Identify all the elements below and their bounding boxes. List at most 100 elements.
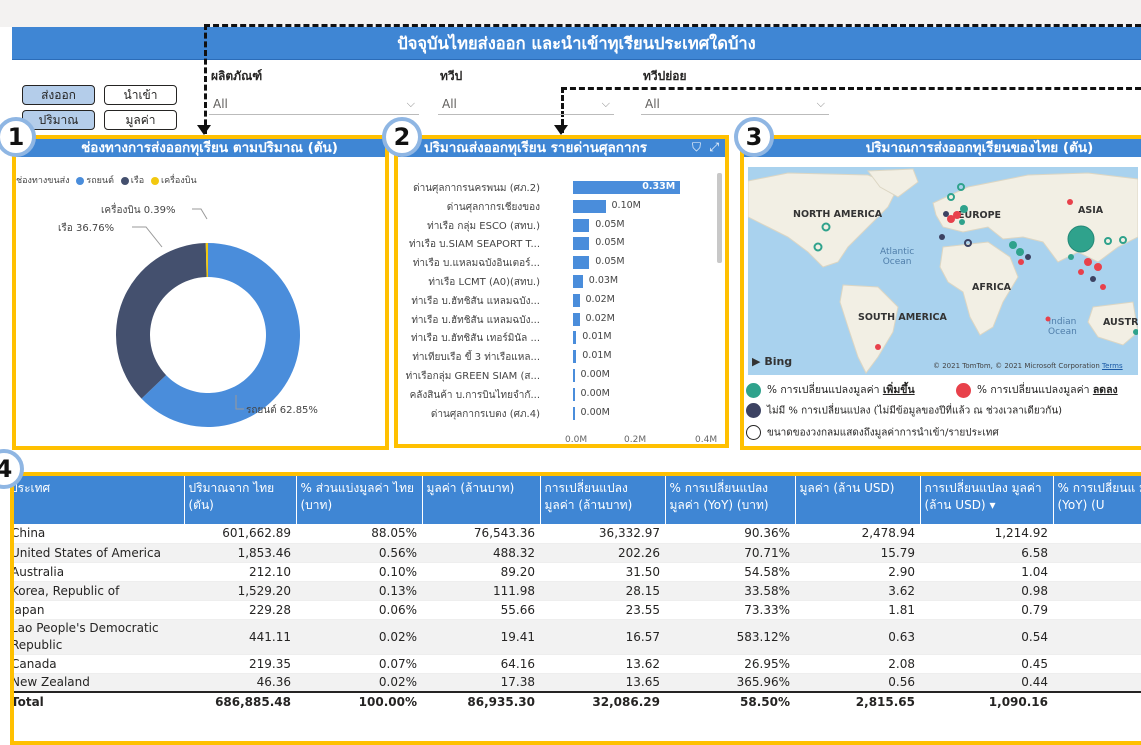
bar-row[interactable]: ท่าเรือ กลุ่ม ESCO (สทบ.) 0.05M xyxy=(398,217,721,233)
filter-continent-dropdown[interactable]: All ⌵ xyxy=(438,93,614,115)
table-row[interactable]: Japan 229.28 0.06% 55.66 23.55 73.33% 1.81 0.79… xyxy=(14,600,1141,620)
bar[interactable] xyxy=(573,256,590,270)
table-row[interactable]: New Zealand 46.36 0.02% 17.38 13.65 365.96% 0.… xyxy=(14,673,1141,693)
value-cell: 111.98 xyxy=(422,581,540,601)
map-bubbles xyxy=(813,183,1138,350)
bar[interactable] xyxy=(573,275,583,288)
bar[interactable] xyxy=(573,218,590,232)
bar-value-label: 0.02M xyxy=(585,312,615,324)
export-button[interactable]: ส่งออก xyxy=(22,85,95,105)
table-header: ประเทศ ปริมาณจาก ไทย (ตัน)% ส่วนแบ่งมูลค่… xyxy=(14,476,1141,524)
chevron-down-icon: ⌵ xyxy=(601,97,610,110)
table-row[interactable]: United States of America 1,853.46 0.56% 488… xyxy=(14,543,1141,563)
bar-row[interactable]: ด่านศุลกากรเชียงของ 0.10M xyxy=(398,198,721,214)
value-cell: 0.98 xyxy=(920,581,1053,601)
map-bubble xyxy=(1016,248,1024,256)
value-cell: 1.81 xyxy=(795,600,920,620)
bar[interactable] xyxy=(573,293,580,307)
sort-desc-icon[interactable]: ▾ xyxy=(986,498,995,512)
map-bubble xyxy=(1068,254,1074,260)
table-row[interactable]: Lao People's Democratic Republic 441.11 0.… xyxy=(14,619,1141,655)
value-cell: 219.35 xyxy=(184,654,296,674)
legend-item-truck: รถยนต์ xyxy=(86,176,114,186)
bar-row[interactable]: คลังสินค้า บ.การบินไทยจำกั... 0.00M xyxy=(398,386,721,402)
bar[interactable] xyxy=(573,199,606,213)
table-row[interactable]: Canada 219.35 0.07% 64.16 13.62 26.95% 2.08 0.4… xyxy=(14,654,1141,674)
bar-row[interactable]: ด่านศุลกากรเบตง (ศภ.4) 0.00M xyxy=(398,405,721,421)
bar[interactable] xyxy=(573,369,575,382)
map-bubble xyxy=(1067,199,1073,205)
value-cell: 0.02% xyxy=(296,619,422,655)
expand-icon[interactable]: ⤢ xyxy=(709,140,719,155)
country-cell: Lao People's Democratic Republic xyxy=(14,619,184,655)
value-cell: 2 xyxy=(1053,654,1141,674)
map-bubble xyxy=(1084,258,1092,266)
value-cell: 583.12% xyxy=(665,619,795,655)
table-row[interactable]: China 601,662.89 88.05% 76,543.36 36,332.97 9… xyxy=(14,524,1141,544)
bar[interactable] xyxy=(573,312,580,326)
column-header[interactable]: มูลค่า (ล้าน USD) xyxy=(794,476,920,524)
world-map[interactable]: NORTH AMERICA EUROPE ASIA AFRICA SOUTH A… xyxy=(748,167,1138,375)
bar-row[interactable]: ท่าเรือ บ.ฮัทชิสัน แหลมฉบัง... 0.02M xyxy=(398,292,721,308)
column-header[interactable]: % ส่วนแบ่งมูลค่า ไทย (บาท) xyxy=(295,476,422,524)
value-cell: 3.62 xyxy=(795,581,920,601)
value-cell: 76,543.36 xyxy=(422,524,540,544)
column-header[interactable]: การเปลี่ยนแปลง มูลค่า (ล้านบาท) xyxy=(539,476,665,524)
column-header[interactable]: ประเทศ xyxy=(14,476,184,524)
filter-product-dropdown[interactable]: All ⌵ xyxy=(209,93,419,115)
bar-row[interactable]: ท่าเรือ บ.ฮัทชิสัน เทอร์มินัล ... 0.01M xyxy=(398,329,721,345)
bar-category-label: คลังสินค้า บ.การบินไทยจำกั... xyxy=(409,389,540,401)
none-color xyxy=(746,403,761,418)
column-header[interactable]: ปริมาณจาก ไทย (ตัน) xyxy=(183,476,296,524)
bar-row[interactable]: ท่าเรือ บ.แหลมฉบังอินเตอร์... 0.05M xyxy=(398,254,721,270)
value-cell: 54.58% xyxy=(665,562,795,582)
table-body: China 601,662.89 88.05% 76,543.36 36,332.97 9… xyxy=(14,524,1141,693)
donut-slice-ship[interactable] xyxy=(116,243,207,399)
value-cell: 2,478.94 xyxy=(795,524,920,544)
value-cell: 0.56% xyxy=(296,543,422,563)
country-cell: Canada xyxy=(14,654,184,674)
value-cell: 73.33% xyxy=(665,600,795,620)
bar-value-label: 0.05M xyxy=(595,237,625,249)
bar[interactable] xyxy=(573,387,575,401)
size-circle xyxy=(746,425,761,440)
scrollbar-thumb[interactable] xyxy=(717,173,722,263)
map-bubble xyxy=(1119,236,1127,244)
bar[interactable] xyxy=(573,331,577,345)
table-row[interactable]: Korea, Republic of 1,529.20 0.13% 111.98 28.… xyxy=(14,581,1141,601)
import-button[interactable]: นำเข้า xyxy=(104,85,177,105)
value-cell: 28.15 xyxy=(540,581,665,601)
value-cell: 15.79 xyxy=(795,543,920,563)
column-header[interactable]: การเปลี่ยนแปลง มูลค่า (ล้าน USD) ▾ xyxy=(919,476,1053,524)
value-button[interactable]: มูลค่า xyxy=(104,110,177,130)
bar-row[interactable]: ท่าเรือกลุ่ม GREEN SIAM (ส... 0.00M xyxy=(398,367,721,383)
value-cell: 202.26 xyxy=(540,543,665,563)
bar-row[interactable]: ด่านศุลกากรนครพนม (ศภ.2) 0.33M xyxy=(398,179,721,195)
column-header[interactable]: มูลค่า (ล้านบาท) xyxy=(421,476,540,524)
transport-channel-panel: ช่องทางการส่งออกทุเรียน ตามปริมาณ (ตัน) … xyxy=(12,135,389,450)
terms-link[interactable]: Terms xyxy=(1102,362,1123,370)
filter-icon[interactable]: ⛉ xyxy=(692,140,701,155)
country-cell: Japan xyxy=(14,600,184,620)
annotation-line xyxy=(204,24,207,134)
column-header[interactable]: % การเปลี่ยนแปลง มูลค่า (YoY) (บาท) xyxy=(664,476,795,524)
bar[interactable] xyxy=(573,237,590,251)
filter-subcontinent-dropdown[interactable]: All ⌵ xyxy=(641,93,829,115)
bar-row[interactable]: ท่าเรือ LCMT (A0)(สทบ.) 0.03M xyxy=(398,273,721,289)
bar-row[interactable]: ท่าเรือ บ.ฮัทชิสัน แหลมฉบัง... 0.02M xyxy=(398,311,721,327)
bar-row[interactable]: ท่าเรือ บ.SIAM SEAPORT T... 0.05M xyxy=(398,235,721,251)
value-cell: 7 xyxy=(1053,543,1141,563)
bar[interactable] xyxy=(573,406,575,420)
bar-category-label: ท่าเรือ บ.แหลมฉบังอินเตอร์... xyxy=(412,258,540,270)
bar-value-label: 0.33M xyxy=(642,181,676,192)
map-bubble xyxy=(1009,241,1017,249)
bar-value-label: 0.10M xyxy=(611,199,641,211)
bar[interactable] xyxy=(573,350,577,364)
table-total-row: Total 686,885.48 100.00% 86,935.30 32,086.29… xyxy=(14,691,1141,711)
value-cell: 0.44 xyxy=(920,673,1053,693)
leader-line-plane xyxy=(192,208,208,220)
value-cell: 488.32 xyxy=(422,543,540,563)
bar-row[interactable]: ท่าเทียบเรือ ขี้ 3 ท่าเรือแหล... 0.01M xyxy=(398,348,721,364)
table-row[interactable]: Australia 212.10 0.10% 89.20 31.50 54.58% 2.90… xyxy=(14,562,1141,582)
column-header[interactable]: % การเปลี่ยนแ มูลค่า (YoY) (U xyxy=(1052,476,1141,524)
